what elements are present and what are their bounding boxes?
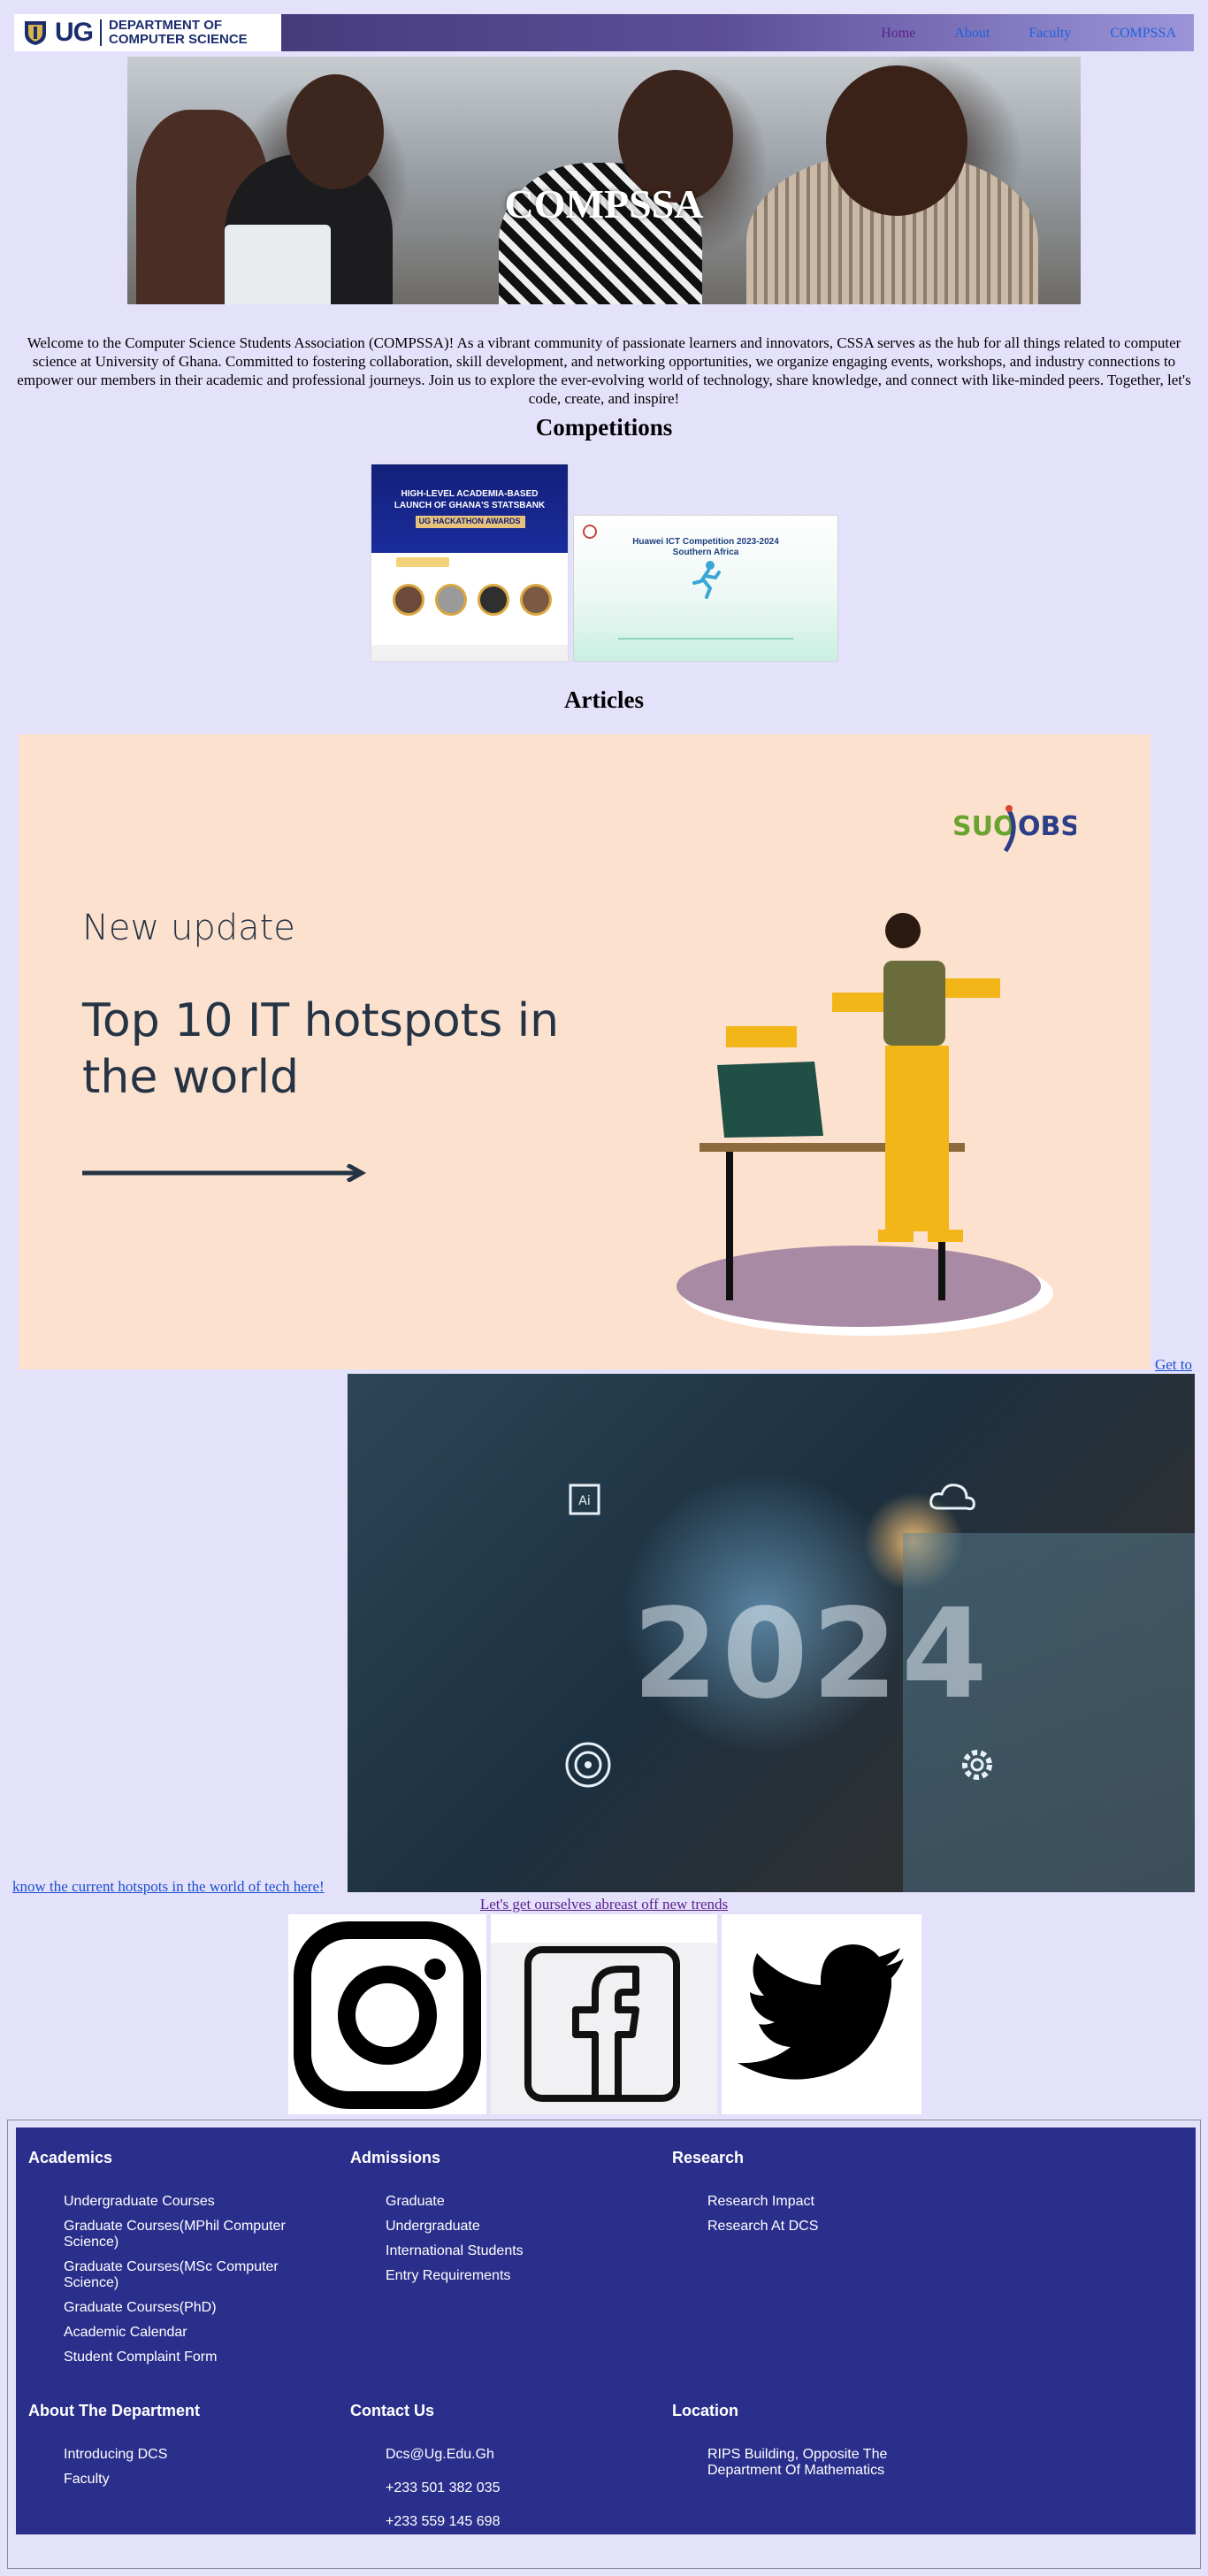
poster2-skyline <box>618 622 793 640</box>
footer-research-title: Research <box>672 2149 745 2166</box>
poster1-speaker-1 <box>393 584 424 616</box>
footer-link[interactable]: Introducing DCS <box>64 2447 302 2463</box>
footer-link[interactable]: Research At DCS <box>707 2219 946 2235</box>
poster2-title-line: Huawei ICT Competition 2023-2024 <box>632 537 779 547</box>
poster1-line1: HIGH-LEVEL ACADEMIA-BASED <box>401 489 539 499</box>
trends-link-wrapper: Let's get ourselves abreast off new tren… <box>0 1896 1208 1913</box>
article-link-part2[interactable]: know the current hotspots in the world o… <box>12 1878 325 1896</box>
footer-location: Location RIPS Building, Opposite The Dep… <box>672 2402 973 2488</box>
facebook-link[interactable] <box>491 1914 717 2114</box>
footer-link[interactable]: Student Complaint Form <box>64 2350 302 2365</box>
article-tech-2024-image[interactable]: 2024 Ai <box>348 1374 1195 1892</box>
trends-link[interactable]: Let's get ourselves abreast off new tren… <box>480 1896 728 1913</box>
competitions-heading: Competitions <box>535 414 673 441</box>
footer-link[interactable]: Graduate <box>386 2194 624 2210</box>
ai-chip-icon: Ai <box>569 1484 600 1515</box>
presenter-illustration <box>677 913 1053 1336</box>
instagram-icon <box>294 1921 481 2109</box>
footer-link[interactable]: Academic Calendar <box>64 2325 302 2341</box>
article1-kicker: New update <box>82 908 295 948</box>
poster1-sponsor-strip <box>371 645 568 661</box>
runner-icon <box>692 561 721 599</box>
footer-admissions: Admissions Graduate Undergraduate Intern… <box>350 2149 651 2293</box>
hero-face-3 <box>287 74 384 189</box>
footer-admissions-title: Admissions <box>350 2149 441 2166</box>
footer-link[interactable]: Faculty <box>64 2472 302 2488</box>
footer-link[interactable]: Entry Requirements <box>386 2268 624 2284</box>
suojobs-logo-suo: SUO <box>952 811 1015 842</box>
footer-academics-title: Academics <box>28 2149 113 2166</box>
poster1-speaker-2 <box>435 584 467 616</box>
footer-link[interactable]: Graduate Courses(MSc Computer Science) <box>64 2259 302 2291</box>
suojobs-logo: SUO OBS <box>952 805 1076 853</box>
poster1-time-chip <box>481 557 534 567</box>
cloud-icon <box>929 1484 975 1511</box>
footer-about-title: About The Department <box>28 2402 201 2419</box>
footer-email[interactable]: Dcs@Ug.Edu.Gh <box>386 2447 624 2463</box>
ug-crest-icon <box>25 21 46 45</box>
site-header: UG DEPARTMENT OF COMPUTER SCIENCE Home A… <box>14 14 1194 51</box>
poster2-title: Huawei ICT Competition 2023-2024 Souther… <box>574 537 837 558</box>
logo-department: DEPARTMENT OF COMPUTER SCIENCE <box>109 19 248 47</box>
target-icon <box>565 1742 611 1788</box>
hero-laptop <box>225 225 331 304</box>
nav-compssa[interactable]: COMPSSA <box>1110 26 1176 42</box>
site-footer: Academics Undergraduate Courses Graduate… <box>16 2128 1196 2534</box>
footer-link[interactable]: Graduate Courses(MPhil Computer Science) <box>64 2219 302 2250</box>
year-overlay: 2024 <box>632 1583 991 1727</box>
intro-paragraph: Welcome to the Computer Science Students… <box>17 334 1191 407</box>
footer-address: RIPS Building, Opposite The Department O… <box>707 2447 888 2478</box>
nav-faculty[interactable]: Faculty <box>1028 26 1071 42</box>
article-it-hotspots-banner[interactable]: SUO OBS New update Top 10 IT hotspots in… <box>19 734 1151 1369</box>
ai-chip-label: Ai <box>578 1494 590 1508</box>
footer-about: About The Department Introducing DCS Fac… <box>28 2402 329 2496</box>
footer-location-title: Location <box>672 2402 738 2419</box>
gear-icon <box>962 1750 992 1780</box>
poster1-badge: UG HACKATHON AWARDS <box>418 517 521 525</box>
footer-link[interactable]: Graduate Courses(PhD) <box>64 2300 302 2316</box>
poster1-speaker-4 <box>520 584 552 616</box>
competition-poster-statsbank[interactable]: HIGH-LEVEL ACADEMIA-BASED LAUNCH OF GHAN… <box>371 464 569 662</box>
footer-phone: +233 501 382 035 <box>386 2480 501 2496</box>
footer-contact: Contact Us Dcs@Ug.Edu.Gh +233 501 382 03… <box>350 2402 651 2548</box>
twitter-icon <box>738 1944 904 2080</box>
footer-contact-title: Contact Us <box>350 2402 435 2419</box>
logo-divider <box>100 19 102 46</box>
ug-logo[interactable]: UG DEPARTMENT OF COMPUTER SCIENCE <box>14 14 281 51</box>
logo-line-2: COMPUTER SCIENCE <box>109 32 248 47</box>
arrow-right-icon <box>82 1164 367 1182</box>
articles-heading: Articles <box>564 686 644 713</box>
article-link-part1[interactable]: Get to <box>1155 1356 1192 1374</box>
article1-headline: Top 10 IT hotspots in the world <box>82 994 560 1104</box>
footer-academics: Academics Undergraduate Courses Graduate… <box>28 2149 329 2374</box>
poster1-speaker-3 <box>478 584 509 616</box>
main-nav: Home About Faculty COMPSSA <box>842 26 1176 42</box>
nav-about[interactable]: About <box>954 26 990 42</box>
poster1-date-chip <box>396 557 449 567</box>
hero-title: COMPSSA <box>504 181 704 226</box>
competition-poster-huawei[interactable]: Huawei ICT Competition 2023-2024 Souther… <box>573 515 838 662</box>
footer-link[interactable]: Undergraduate <box>386 2219 624 2235</box>
nav-home[interactable]: Home <box>881 26 915 42</box>
poster1-line2: LAUNCH OF GHANA'S STATSBANK <box>394 501 546 510</box>
logo-line-1: DEPARTMENT OF <box>109 18 223 33</box>
footer-phone: +233 559 145 698 <box>386 2514 501 2529</box>
footer-research: Research Research Impact Research At DCS <box>672 2149 973 2243</box>
footer-link[interactable]: Undergraduate Courses <box>64 2194 302 2210</box>
footer-link[interactable]: International Students <box>386 2243 624 2259</box>
hero-banner: COMPSSA <box>127 57 1081 304</box>
poster2-subtitle: Southern Africa <box>672 548 739 557</box>
twitter-link[interactable] <box>722 1914 921 2114</box>
suojobs-logo-jobs: OBS <box>1018 811 1076 842</box>
facebook-icon <box>491 1914 717 2102</box>
logo-short: UG <box>55 18 94 47</box>
footer-link[interactable]: Research Impact <box>707 2194 946 2210</box>
instagram-link[interactable] <box>288 1914 486 2114</box>
